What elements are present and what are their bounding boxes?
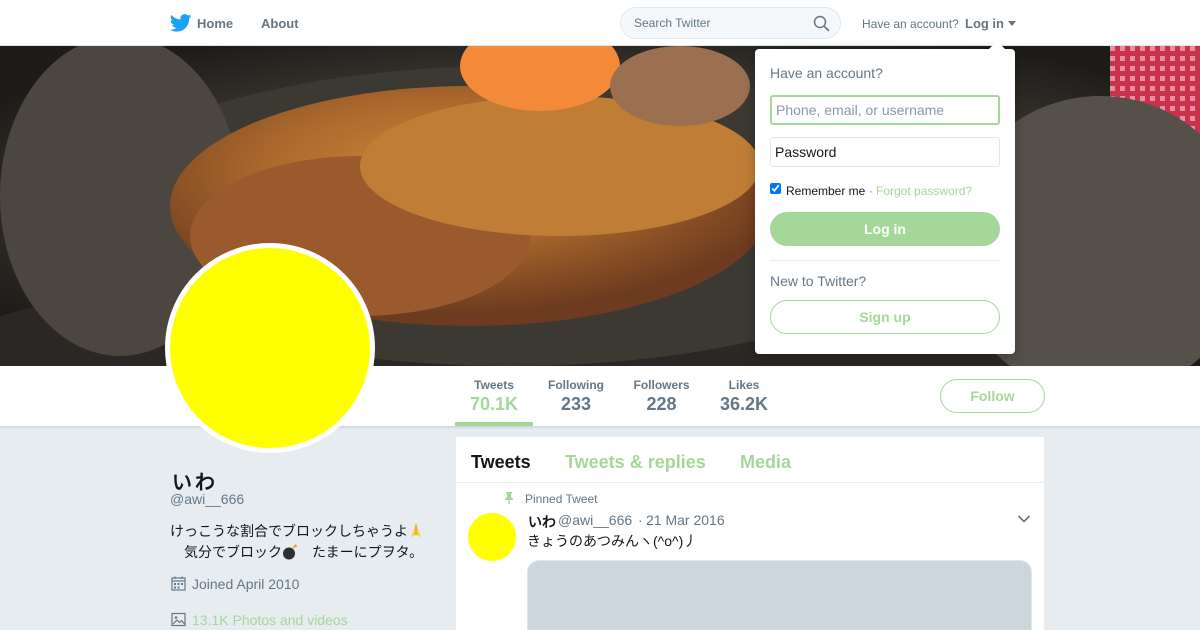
tweet-media-image[interactable] [527, 560, 1032, 630]
profile-bio-line-1: けっこうな割合でブロックしちゃうよ [170, 521, 424, 541]
stat-label: Following [548, 378, 604, 392]
stat-following[interactable]: Following 233 [548, 378, 604, 415]
login-dropdown: Have an account? Remember me · Forgot pa… [755, 49, 1015, 354]
profile-bio-line-2: 気分でブロック たまーにプヲタ。 [184, 542, 423, 562]
signup-button[interactable]: Sign up [770, 300, 1000, 334]
stat-value: 36.2K [720, 394, 769, 414]
top-nav-bar: Home About Search Twitter Have an accoun… [0, 0, 1200, 46]
username-field[interactable] [770, 95, 1000, 125]
tab-tweets[interactable]: Tweets [471, 452, 531, 473]
stat-value: 70.1K [470, 394, 519, 414]
pin-icon [505, 492, 513, 504]
joined-date: Joined April 2010 [192, 576, 300, 592]
new-to-twitter-text: New to Twitter? [770, 273, 867, 289]
stat-likes[interactable]: Likes 36.2K [720, 378, 768, 415]
photos-videos-link[interactable]: 13.1K Photos and videos [192, 612, 348, 628]
remember-me-checkbox[interactable] [770, 183, 781, 194]
stat-tweets[interactable]: Tweets 70.1K [470, 378, 518, 415]
tab-media[interactable]: Media [740, 452, 791, 473]
timeline-tabs: Tweets Tweets & replies Media [456, 437, 1044, 483]
tweet-author-name[interactable]: いわ [528, 512, 556, 532]
login-title: Have an account? [770, 65, 883, 81]
nav-about-link[interactable]: About [261, 16, 299, 31]
pinned-tweet-label: Pinned Tweet [525, 492, 598, 506]
photo-icon [171, 612, 186, 627]
nav-home-link[interactable]: Home [197, 16, 233, 31]
active-tab-indicator [455, 422, 533, 426]
stat-label: Tweets [474, 378, 514, 392]
search-icon[interactable] [813, 15, 830, 32]
search-input[interactable]: Search Twitter [620, 7, 841, 39]
stat-value: 233 [560, 394, 592, 414]
twitter-bird-icon[interactable] [170, 14, 192, 32]
tweet-author-handle[interactable]: @awi__666 [558, 512, 632, 528]
tab-tweets-replies[interactable]: Tweets & replies [565, 452, 706, 473]
caret-down-icon[interactable] [1008, 21, 1016, 26]
login-button[interactable]: Log in [770, 212, 1000, 246]
login-dropdown-toggle[interactable]: Log in [965, 16, 1004, 31]
search-placeholder: Search Twitter [634, 16, 711, 30]
forgot-password-link[interactable]: Forgot password? [876, 184, 972, 198]
folded-hands-emoji-icon [411, 523, 421, 537]
bomb-emoji-icon [283, 544, 297, 560]
stat-label: Followers [633, 378, 690, 392]
separator: · [869, 184, 873, 198]
tweet-timestamp[interactable]: 21 Mar 2016 [646, 512, 725, 528]
bio-text: けっこうな割合でブロックしちゃうよ [170, 523, 408, 539]
tweet-avatar[interactable] [468, 513, 516, 561]
password-field[interactable] [770, 137, 1000, 167]
stat-followers[interactable]: Followers 228 [633, 378, 690, 415]
have-account-text: Have an account? [862, 17, 959, 31]
profile-handle[interactable]: @awi__666 [170, 491, 244, 507]
avatar[interactable] [165, 243, 375, 453]
calendar-icon [171, 576, 186, 591]
tweet-separator: · [638, 512, 643, 528]
stat-value: 228 [646, 394, 677, 414]
chevron-down-icon[interactable] [1017, 514, 1031, 524]
tweet-text: きょうのあつみんヽ(^o^)丿 [527, 533, 698, 549]
dropdown-caret [988, 41, 1006, 50]
follow-button[interactable]: Follow [940, 379, 1045, 413]
bio-text: 気分でブロック [184, 544, 282, 560]
stat-label: Likes [728, 378, 760, 392]
divider [770, 260, 1000, 261]
remember-me-label[interactable]: Remember me [786, 184, 865, 198]
bio-text: たまーにプヲタ。 [298, 544, 424, 560]
